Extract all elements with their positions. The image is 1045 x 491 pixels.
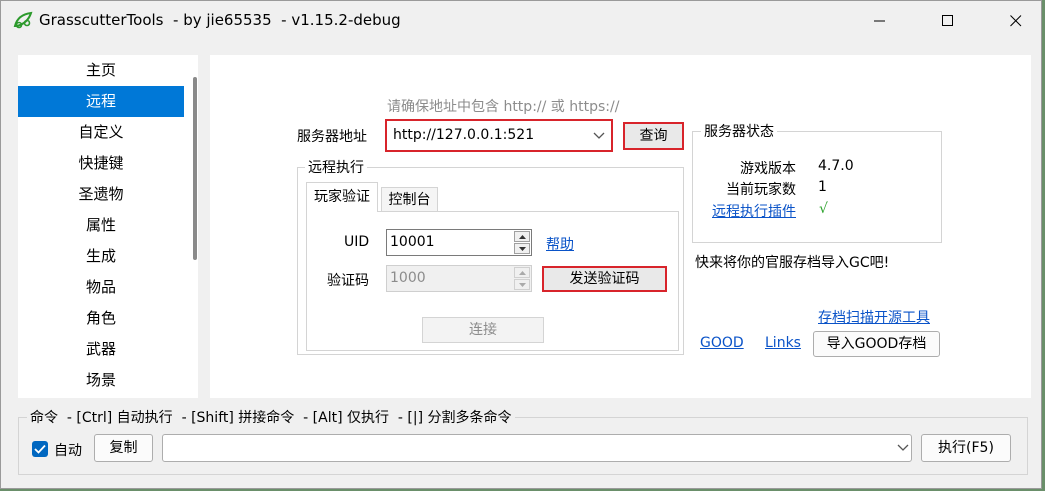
sidebar-scrollbar[interactable] — [193, 77, 197, 260]
uid-label: UID — [344, 234, 370, 250]
server-address-value: http://127.0.0.1:521 — [393, 127, 535, 143]
code-decrement-button — [514, 279, 530, 290]
player-count-label: 当前玩家数 — [726, 182, 796, 198]
sidebar-item-attributes[interactable]: 属性 — [18, 210, 184, 241]
chevron-up-icon — [519, 235, 526, 239]
chevron-down-icon — [519, 247, 526, 251]
title-bar: GrasscutterTools - by jie65535 - v1.15.2… — [1, 1, 1041, 41]
sidebar-item-hotkeys[interactable]: 快捷键 — [18, 148, 184, 179]
remote-plugin-link[interactable]: 远程执行插件 — [712, 201, 796, 221]
import-good-button[interactable]: 导入GOOD存档 — [813, 331, 940, 357]
server-status-title: 服务器状态 — [701, 121, 777, 141]
remote-panel: 请确保地址中包含 http:// 或 https:// 服务器地址 http:/… — [210, 55, 1031, 398]
copy-button[interactable]: 复制 — [94, 434, 153, 462]
chevron-down-icon — [519, 283, 526, 287]
verify-code-stepper[interactable]: 1000 — [386, 265, 532, 292]
app-window: GrasscutterTools - by jie65535 - v1.15.2… — [0, 0, 1042, 489]
sidebar-item-remote[interactable]: 远程 — [18, 86, 184, 117]
minimize-icon — [874, 20, 885, 22]
command-group: 命令 - [Ctrl] 自动执行 - [Shift] 拼接命令 - [Alt] … — [18, 407, 1028, 475]
connect-button[interactable]: 连接 — [422, 317, 544, 343]
checkmark-icon — [34, 444, 46, 454]
uid-decrement-button[interactable] — [514, 243, 530, 254]
sidebar-item-home[interactable]: 主页 — [18, 55, 184, 86]
sidebar-item-custom[interactable]: 自定义 — [18, 117, 184, 148]
tab-player-verify[interactable]: 玩家验证 — [306, 182, 378, 212]
uid-increment-button[interactable] — [514, 231, 530, 242]
uid-stepper[interactable]: 10001 — [386, 229, 532, 256]
links-link[interactable]: Links — [765, 335, 801, 351]
chevron-down-icon[interactable] — [897, 444, 909, 452]
verify-code-label: 验证码 — [327, 273, 369, 289]
address-hint: 请确保地址中包含 http:// 或 https:// — [387, 99, 620, 115]
send-code-button[interactable]: 发送验证码 — [542, 266, 667, 292]
sidebar-item-scenes[interactable]: 场景 — [18, 365, 184, 396]
server-address-label: 服务器地址 — [297, 129, 367, 145]
chevron-up-icon — [519, 271, 526, 275]
maximize-icon — [942, 15, 953, 26]
game-version-value: 4.7.0 — [818, 158, 854, 174]
grasscutter-icon — [13, 11, 33, 29]
code-increment-button — [514, 267, 530, 278]
help-link[interactable]: 帮助 — [546, 234, 574, 254]
verify-code-value: 1000 — [390, 270, 426, 286]
sidebar-item-artifacts[interactable]: 圣遗物 — [18, 179, 184, 210]
uid-value: 10001 — [390, 234, 435, 250]
game-version-label: 游戏版本 — [740, 161, 796, 177]
tab-console[interactable]: 控制台 — [381, 187, 438, 212]
close-icon — [1010, 15, 1022, 27]
good-link[interactable]: GOOD — [700, 335, 744, 351]
window-title: GrasscutterTools - by jie65535 - v1.15.2… — [39, 11, 401, 29]
command-group-title: 命令 - [Ctrl] 自动执行 - [Shift] 拼接命令 - [Alt] … — [27, 407, 515, 427]
minimize-button[interactable] — [857, 1, 903, 41]
auto-label[interactable]: 自动 — [54, 440, 82, 460]
import-hint: 快来将你的官服存档导入GC吧! — [695, 255, 890, 271]
server-address-combobox[interactable]: http://127.0.0.1:521 — [385, 119, 613, 152]
sidebar-nav: 主页 远程 自定义 快捷键 圣遗物 属性 生成 物品 角色 武器 场景 — [18, 55, 198, 398]
archive-scan-link[interactable]: 存档扫描开源工具 — [818, 307, 930, 327]
query-button[interactable]: 查询 — [623, 122, 684, 150]
command-input[interactable] — [162, 434, 912, 462]
execute-button[interactable]: 执行(F5) — [921, 434, 1011, 462]
maximize-button[interactable] — [925, 1, 971, 41]
sidebar-item-characters[interactable]: 角色 — [18, 303, 184, 334]
sidebar-item-weapons[interactable]: 武器 — [18, 334, 184, 365]
remote-exec-title: 远程执行 — [305, 157, 367, 177]
player-count-value: 1 — [818, 179, 827, 195]
auto-checkbox[interactable] — [32, 441, 48, 457]
remote-plugin-status: √ — [819, 201, 828, 217]
close-button[interactable] — [993, 1, 1039, 41]
chevron-down-icon — [593, 132, 605, 139]
sidebar-item-spawn[interactable]: 生成 — [18, 241, 184, 272]
sidebar-item-items[interactable]: 物品 — [18, 272, 184, 303]
